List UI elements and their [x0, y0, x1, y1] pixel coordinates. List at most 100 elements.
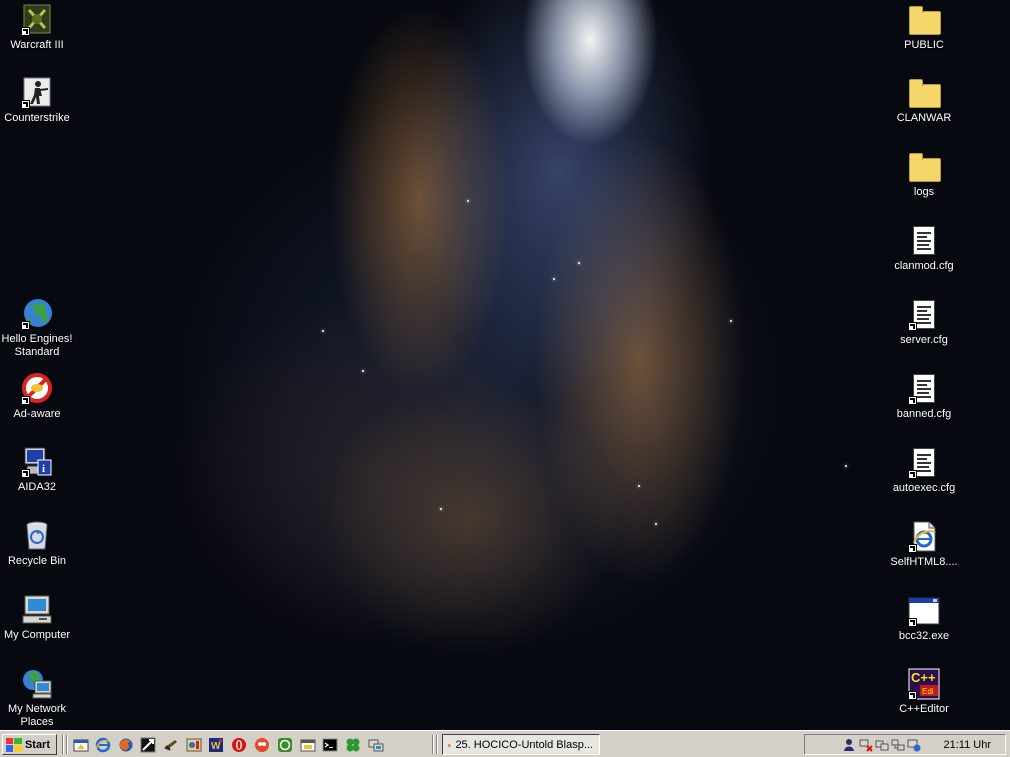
svg-text:i: i — [42, 463, 45, 475]
star — [730, 320, 732, 322]
winamp-icon[interactable]: W — [208, 737, 224, 753]
folder-window-icon[interactable] — [300, 737, 316, 753]
desktop-icon-label: Recycle Bin — [7, 555, 67, 567]
internet-explorer-icon[interactable] — [95, 737, 111, 753]
firefox-icon[interactable] — [118, 737, 134, 753]
desktop-icon-bcc32-exe[interactable]: bcc32.exe — [887, 595, 961, 643]
document-icon — [908, 447, 940, 479]
desktop-icon-label: CLANWAR — [896, 112, 952, 124]
svg-text:Edi: Edi — [922, 687, 934, 696]
star — [655, 523, 657, 525]
desktop-icon-clanmod-cfg[interactable]: clanmod.cfg — [887, 225, 961, 273]
star — [578, 262, 580, 264]
recycle-bin-icon — [21, 520, 53, 552]
desktop-icon-my-computer[interactable]: My Computer — [0, 594, 74, 642]
aida32-icon: i — [21, 446, 53, 478]
network-disconnected-icon[interactable] — [859, 738, 873, 752]
desktop-icon-label: SelfHTML8.... — [890, 556, 958, 568]
desktop-icon-counterstrike[interactable]: Counterstrike — [0, 77, 74, 125]
svg-text:W: W — [211, 741, 221, 752]
network-places-icon — [21, 668, 53, 700]
media-player-icon[interactable] — [186, 737, 202, 753]
sync-tray-icon[interactable] — [907, 738, 921, 752]
document-icon — [908, 373, 940, 405]
show-desktop-icon[interactable] — [73, 737, 89, 753]
window-capture-icon[interactable] — [140, 737, 156, 753]
desktop-icon-label: bcc32.exe — [898, 630, 950, 642]
desktop-icon-warcraft-iii[interactable]: Warcraft III — [0, 4, 74, 52]
desktop-icon-label: My Network Places — [7, 703, 67, 728]
desktop-icon-label: Hello Engines! Standard — [1, 333, 73, 358]
taskbar-window-button[interactable]: 25. HOCICO-Untold Blasp... — [442, 734, 600, 755]
start-button[interactable]: Start — [2, 734, 57, 755]
desktop-icon-banned-cfg[interactable]: banned.cfg — [887, 373, 961, 421]
ie-document-icon — [908, 521, 940, 553]
ad-aware-icon — [21, 373, 53, 405]
desktop-icon-public[interactable]: PUBLIC — [887, 4, 961, 52]
svg-text:C++: C++ — [911, 670, 936, 685]
desktop-icon-label: Warcraft III — [10, 39, 64, 51]
taskbar-separator — [432, 735, 434, 754]
taskbar-separator — [66, 735, 68, 754]
network-connection-icon[interactable] — [368, 737, 384, 753]
star — [322, 330, 324, 332]
desktop-icon-autoexec-cfg[interactable]: autoexec.cfg — [887, 447, 961, 495]
clock[interactable]: 21:11 Uhr — [944, 739, 992, 751]
desktop-icon-label: C++Editor — [899, 703, 949, 715]
desktop-icon-selfhtml8[interactable]: SelfHTML8.... — [887, 521, 961, 569]
cpp-editor-icon: C++ Edi — [908, 668, 940, 700]
opera-icon[interactable] — [231, 737, 247, 753]
warcraft-icon — [21, 4, 53, 36]
desktop-icon-cpp-editor[interactable]: C++ Edi C++Editor — [887, 668, 961, 716]
star — [638, 485, 640, 487]
desktop[interactable]: Warcraft III Counterstrike Hello Engines… — [0, 0, 1010, 730]
desktop-icon-label: server.cfg — [900, 334, 948, 346]
start-label: Start — [24, 738, 50, 751]
clover-icon[interactable] — [345, 737, 361, 753]
console-window-icon — [908, 595, 940, 627]
command-prompt-icon[interactable] — [322, 737, 338, 753]
user-tray-icon[interactable] — [843, 738, 857, 752]
star — [845, 465, 847, 467]
star — [467, 200, 469, 202]
folder-icon — [908, 4, 941, 36]
whatsapp-like-icon[interactable] — [277, 737, 293, 753]
desktop-icon-server-cfg[interactable]: server.cfg — [887, 299, 961, 347]
globe-icon — [21, 298, 53, 330]
star — [440, 508, 442, 510]
star — [553, 278, 555, 280]
desktop-icon-recycle-bin[interactable]: Recycle Bin — [0, 520, 74, 568]
desktop-icon-label: autoexec.cfg — [892, 482, 956, 494]
desktop-icon-label: banned.cfg — [896, 408, 952, 420]
star — [362, 370, 364, 372]
lan-icon[interactable] — [875, 738, 889, 752]
desktop-icon-label: AIDA32 — [18, 481, 56, 493]
document-icon — [908, 299, 940, 331]
media-player-app-icon — [447, 742, 451, 747]
taskbar-separator — [62, 735, 64, 754]
desktop-icon-aida32[interactable]: i AIDA32 — [0, 446, 74, 494]
desktop-icon-label: PUBLIC — [904, 39, 944, 51]
counterstrike-icon — [21, 77, 53, 109]
rifle-icon[interactable] — [163, 737, 179, 753]
desktop-icon-label: clanmod.cfg — [894, 260, 954, 272]
taskbar-separator — [436, 735, 438, 754]
system-tray: 21:11 Uhr — [804, 734, 1006, 755]
desktop-icon-label: My Computer — [3, 629, 71, 641]
desktop-icon-label: Counterstrike — [4, 112, 70, 124]
connections-icon[interactable] — [891, 738, 905, 752]
desktop-icon-ad-aware[interactable]: Ad-aware — [0, 373, 74, 421]
my-computer-icon — [21, 594, 53, 626]
folder-icon — [908, 151, 941, 183]
taskbar: Start W 25. HOCICO-Untold Blasp... 21:11… — [0, 730, 1010, 757]
desktop-icon-my-network-places[interactable]: My Network Places — [0, 668, 74, 729]
desktop-icon-label: Ad-aware — [13, 408, 61, 420]
desktop-icon-logs[interactable]: logs — [887, 151, 961, 199]
desktop-icon-clanwar[interactable]: CLANWAR — [887, 77, 961, 125]
taskbar-window-label: 25. HOCICO-Untold Blasp... — [455, 738, 593, 751]
desktop-icon-label: logs — [913, 186, 935, 198]
document-icon — [908, 225, 940, 257]
folder-icon — [908, 77, 941, 109]
desktop-icon-hello-engines[interactable]: Hello Engines! Standard — [0, 298, 74, 359]
messenger-icon[interactable] — [254, 737, 270, 753]
